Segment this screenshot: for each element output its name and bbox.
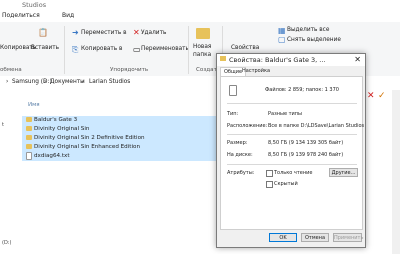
file-name: Baldur's Gate 3 bbox=[34, 117, 78, 123]
file-name: Divinity Original Sin Enhanced Edition bbox=[34, 144, 140, 150]
nav-item[interactable]: t bbox=[2, 122, 4, 128]
navigation-pane: t (D:) bbox=[0, 90, 23, 254]
list-item[interactable]: Divinity Original Sin Enhanced Edition bbox=[22, 143, 217, 152]
disk-size-label: На диске: bbox=[227, 152, 253, 158]
paste-button[interactable]: Вставить bbox=[31, 45, 59, 51]
scrollbar[interactable] bbox=[392, 90, 400, 254]
hidden-checkbox[interactable] bbox=[266, 181, 273, 188]
ok-button[interactable]: OK bbox=[269, 233, 297, 242]
size-value: 8,50 ГБ (9 134 139 305 байт) bbox=[268, 140, 344, 146]
files-summary: Файлов: 2 859; папок: 1 370 bbox=[265, 87, 339, 93]
readonly-label: Только чтение bbox=[274, 170, 313, 176]
tab-settings[interactable]: Настройка bbox=[239, 67, 273, 76]
cancel-button[interactable]: Отмена bbox=[301, 233, 329, 242]
new-folder-icon bbox=[196, 28, 210, 39]
new-folder-button-line1[interactable]: Новая bbox=[193, 44, 211, 50]
properties-dialog: Свойства: Baldur's Gate 3, ... ✕ Общие Н… bbox=[216, 53, 366, 248]
dialog-title-bar: Свойства: Baldur's Gate 3, ... ✕ bbox=[217, 54, 365, 66]
other-attributes-button[interactable]: Другие... bbox=[329, 168, 358, 177]
list-item[interactable]: Divinity Original Sin 2 Definitive Editi… bbox=[22, 134, 217, 143]
type-label: Тип: bbox=[227, 111, 239, 117]
select-none-button[interactable]: Снять выделение bbox=[287, 37, 341, 43]
window-title: Studios bbox=[22, 1, 47, 9]
copy-to-button[interactable]: Копировать в bbox=[81, 46, 122, 52]
disk-size-value: 8,50 ГБ (9 139 978 240 байт) bbox=[268, 152, 344, 158]
chevron-right-icon: › bbox=[82, 79, 85, 85]
column-header-name[interactable]: Имя bbox=[28, 102, 40, 108]
close-icon[interactable]: ✕ bbox=[367, 91, 375, 101]
folder-icon bbox=[220, 56, 226, 61]
divider bbox=[227, 164, 357, 165]
folder-icon bbox=[26, 144, 32, 149]
list-item[interactable]: Divinity Original Sin bbox=[22, 125, 217, 134]
chevron-right-icon: › bbox=[44, 79, 47, 85]
list-item[interactable]: dxdiag64.txt bbox=[22, 152, 217, 161]
files-icon bbox=[229, 85, 237, 96]
select-none-icon: ▢ bbox=[278, 35, 286, 44]
file-name: dxdiag64.txt bbox=[34, 153, 70, 159]
divider bbox=[188, 26, 189, 74]
general-panel: Файлов: 2 859; папок: 1 370 Тип: Разные … bbox=[220, 76, 365, 230]
title-bar: Studios bbox=[0, 0, 400, 11]
paste-icon: 📋 bbox=[38, 28, 48, 37]
rename-button[interactable]: Переименовать bbox=[141, 46, 189, 52]
delete-icon: ✕ bbox=[133, 28, 140, 37]
folder-icon bbox=[26, 117, 32, 122]
chevron-right-icon: › bbox=[6, 79, 9, 85]
folder-icon bbox=[26, 126, 32, 131]
new-folder-button-line2[interactable]: папка bbox=[193, 52, 211, 58]
ribbon-tabs: Поделиться Вид bbox=[0, 11, 400, 22]
move-to-button[interactable]: Переместить в bbox=[81, 30, 127, 36]
rename-icon: ▭ bbox=[133, 45, 141, 54]
attributes-label: Атрибуты: bbox=[227, 170, 255, 176]
properties-button[interactable]: Свойства bbox=[231, 45, 259, 51]
type-value: Разные типы bbox=[268, 111, 302, 117]
apply-button[interactable]: Применить bbox=[333, 233, 363, 242]
select-all-button[interactable]: Выделить все bbox=[287, 27, 329, 33]
dialog-title: Свойства: Baldur's Gate 3, ... bbox=[229, 56, 326, 64]
tab-share[interactable]: Поделиться bbox=[2, 12, 40, 19]
tab-view[interactable]: Вид bbox=[62, 12, 74, 19]
file-name: Divinity Original Sin bbox=[34, 126, 90, 132]
breadcrumb-documents[interactable]: Документы bbox=[50, 79, 85, 85]
move-to-icon: ➜ bbox=[72, 28, 79, 37]
text-file-icon bbox=[26, 152, 32, 160]
divider bbox=[227, 134, 357, 135]
close-icon[interactable]: ✕ bbox=[354, 55, 361, 64]
list-item[interactable]: Baldur's Gate 3 bbox=[22, 116, 217, 125]
divider bbox=[64, 26, 65, 74]
divider bbox=[227, 103, 357, 104]
location-label: Расположение: bbox=[227, 123, 268, 129]
size-label: Размер: bbox=[227, 140, 248, 146]
create-group-label: Создат bbox=[196, 67, 217, 73]
organize-group-label: Упорядочить bbox=[110, 67, 149, 73]
nav-item-drive[interactable]: (D:) bbox=[2, 240, 11, 246]
file-name: Divinity Original Sin 2 Definitive Editi… bbox=[34, 135, 145, 141]
select-all-icon: ▦ bbox=[278, 26, 286, 35]
copy-to-icon: ⎘ bbox=[72, 45, 79, 54]
readonly-checkbox[interactable] bbox=[266, 170, 273, 177]
folder-icon bbox=[26, 135, 32, 140]
delete-button[interactable]: Удалить bbox=[141, 30, 166, 36]
checkmark-icon[interactable]: ✓ bbox=[378, 91, 386, 101]
breadcrumb-larian[interactable]: Larian Studios bbox=[89, 79, 130, 85]
location-value: Все в папке D:\LDSave\Larian Studios bbox=[268, 123, 365, 129]
hidden-label: Скрытый bbox=[274, 181, 298, 187]
clipboard-group-label: обмена bbox=[0, 67, 22, 73]
